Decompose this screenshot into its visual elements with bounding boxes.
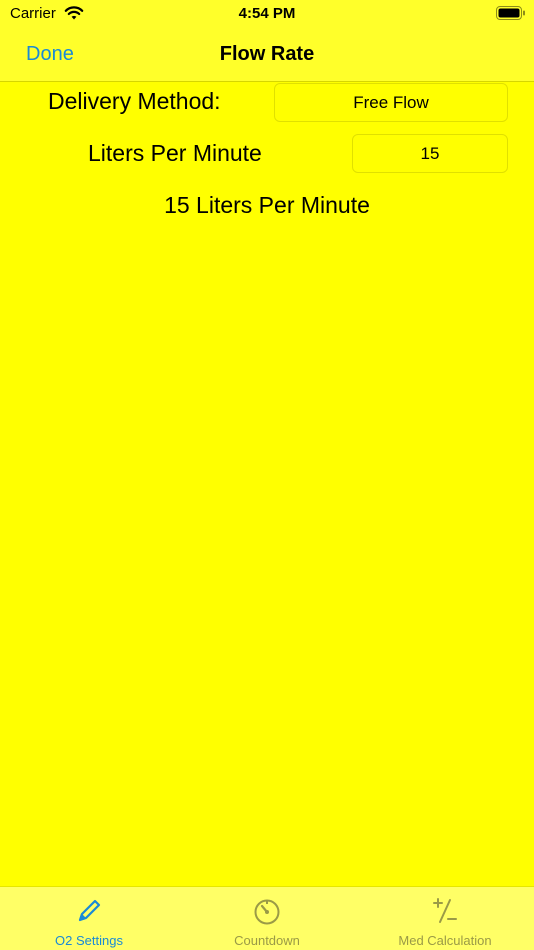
delivery-method-label: Delivery Method:: [48, 88, 221, 114]
tab-bar: O2 Settings Countdown Med Calculation: [0, 886, 534, 950]
status-bar: Carrier 4:54 PM: [0, 0, 534, 30]
tab-o2-settings[interactable]: O2 Settings: [0, 887, 178, 950]
tab-label: Countdown: [234, 933, 300, 948]
timer-icon: [254, 899, 280, 925]
tab-label: O2 Settings: [55, 933, 123, 948]
delivery-method-field[interactable]: Free Flow: [274, 83, 508, 122]
page-title: Flow Rate: [219, 43, 315, 65]
pencil-icon: [78, 899, 101, 922]
plus-minus-icon: [433, 898, 457, 923]
tab-countdown[interactable]: Countdown: [178, 887, 356, 950]
tab-label: Med Calculation: [398, 933, 492, 948]
tab-med-calculation[interactable]: Med Calculation: [356, 887, 534, 950]
battery-icon: [496, 6, 525, 20]
flow-rate-result: 15 Liters Per Minute: [164, 192, 370, 218]
status-time: 4:54 PM: [238, 5, 296, 22]
navigation-bar: Done Flow Rate: [0, 30, 534, 82]
liters-per-minute-label: Liters Per Minute: [88, 140, 262, 166]
liters-per-minute-field[interactable]: 15: [352, 134, 508, 173]
